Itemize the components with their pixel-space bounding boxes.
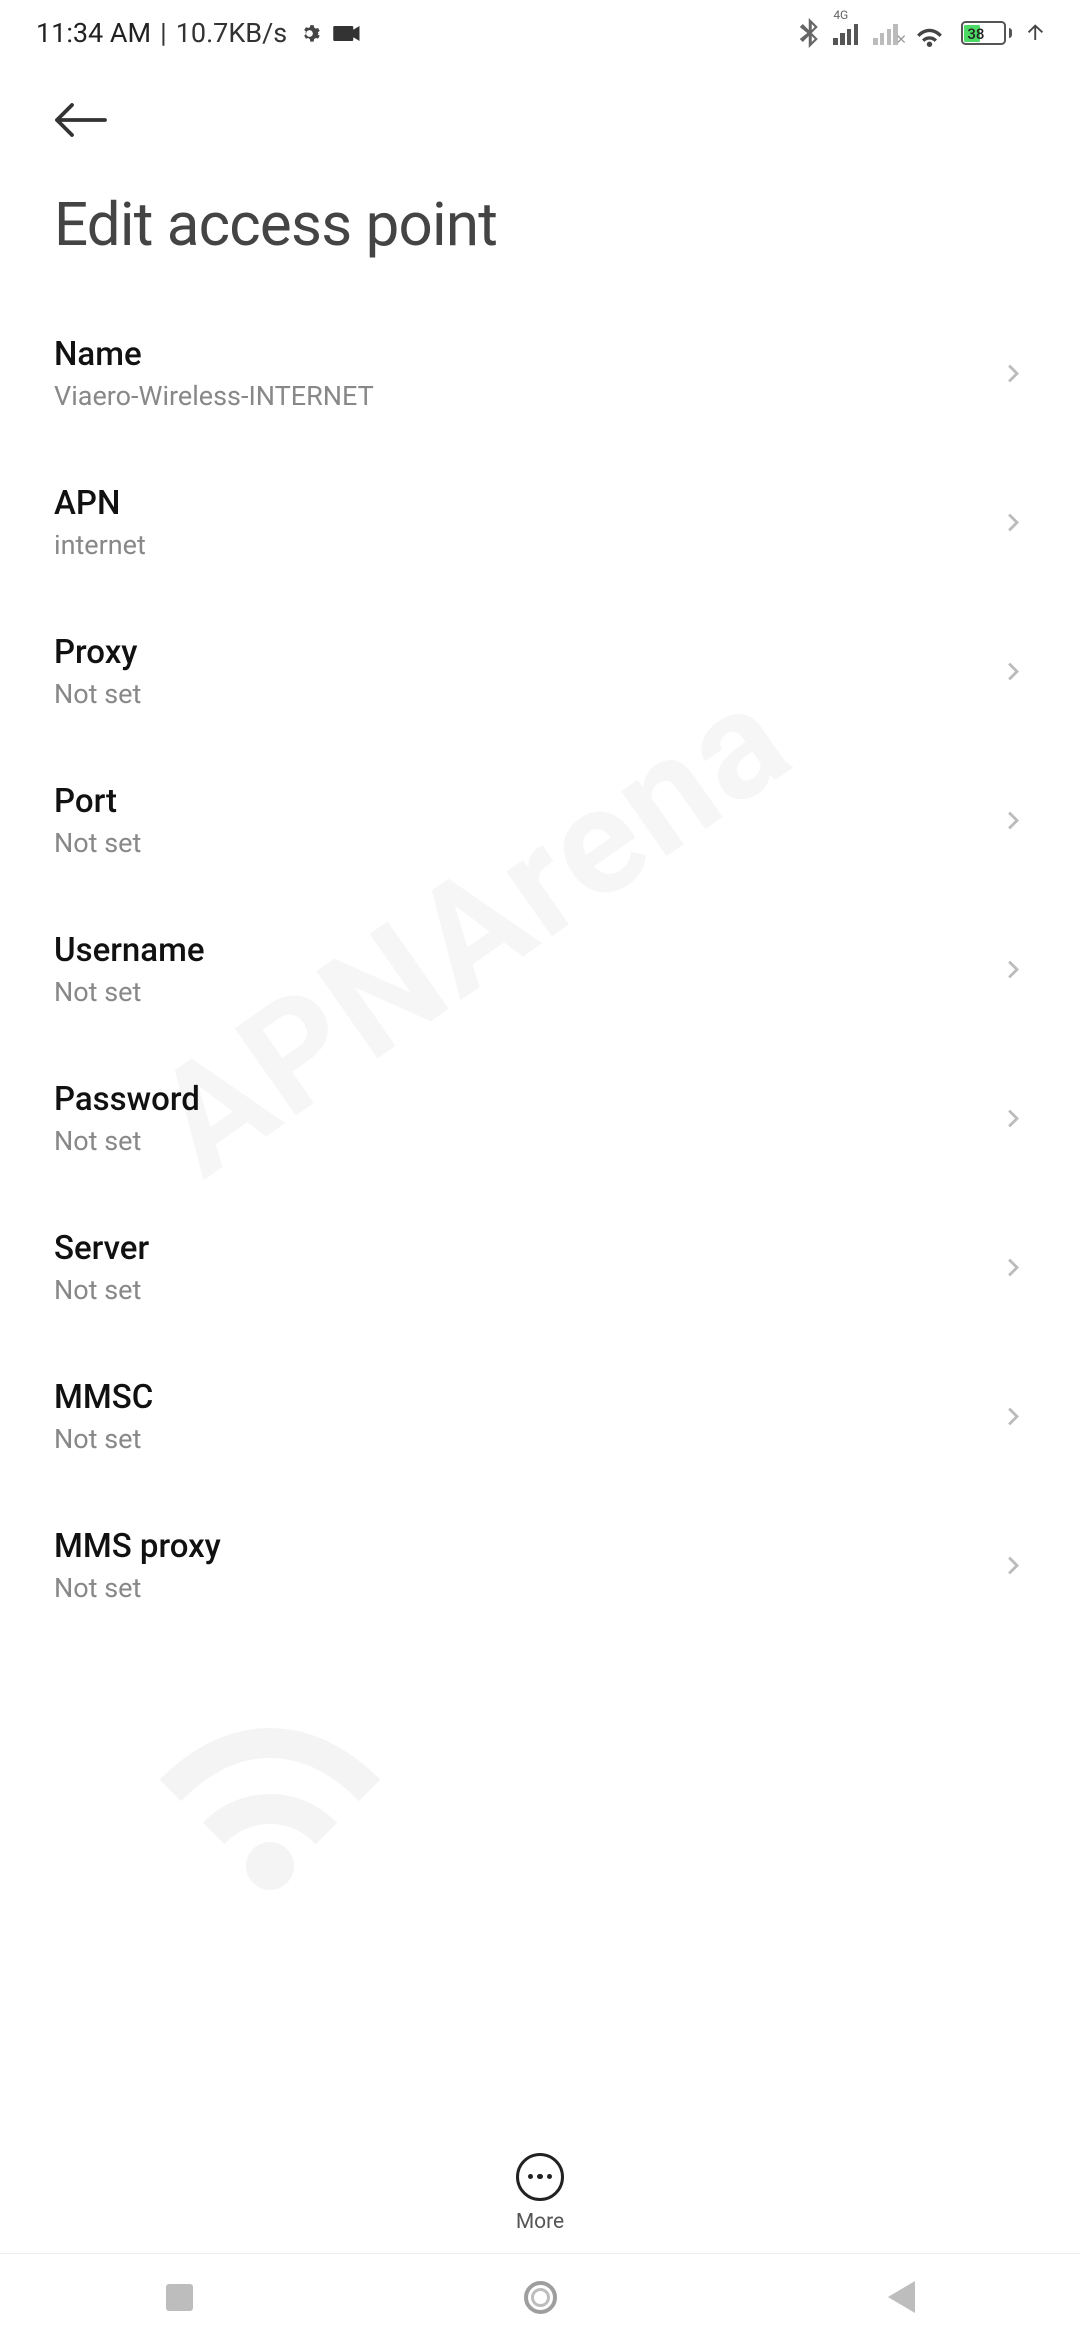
setting-apn-value: internet [54,529,146,561]
setting-port-value: Not set [54,827,141,859]
setting-name[interactable]: Name Viaero-Wireless-INTERNET [54,299,1026,448]
signal-sim1-icon: 4G [833,21,858,45]
setting-port-label: Port [54,782,141,821]
nav-recents-button[interactable] [166,2284,193,2311]
chevron-right-icon [999,1403,1026,1430]
more-icon [516,2153,564,2201]
chevron-right-icon [999,807,1026,834]
setting-mmsc[interactable]: MMSC Not set [54,1342,1026,1491]
charging-icon: 𐌣 [1027,21,1044,46]
setting-password-label: Password [54,1080,200,1119]
status-separator: | [160,17,167,49]
setting-mmsc-label: MMSC [54,1378,153,1417]
setting-name-value: Viaero-Wireless-INTERNET [54,380,374,412]
setting-proxy-label: Proxy [54,633,141,672]
setting-mms-proxy-label: MMS proxy [54,1527,221,1566]
setting-name-label: Name [54,335,374,374]
setting-proxy-value: Not set [54,678,141,710]
status-time: 11:34 AM [36,17,151,49]
chevron-right-icon [999,956,1026,983]
back-button[interactable] [54,102,108,138]
settings-list: Name Viaero-Wireless-INTERNET APN intern… [0,299,1080,1640]
setting-apn-label: APN [54,484,146,523]
chevron-right-icon [999,1552,1026,1579]
battery-percentage: 38 [967,25,984,43]
gear-icon [296,20,323,47]
more-button[interactable]: More [0,2153,1080,2243]
setting-mms-proxy-value: Not set [54,1572,221,1604]
chevron-right-icon [999,360,1026,387]
setting-port[interactable]: Port Not set [54,746,1026,895]
setting-password-value: Not set [54,1125,200,1157]
wifi-icon [913,20,946,47]
setting-apn[interactable]: APN internet [54,448,1026,597]
chevron-right-icon [999,509,1026,536]
nav-home-button[interactable] [524,2281,557,2314]
setting-mmsc-value: Not set [54,1423,153,1455]
battery-icon: 38 [961,21,1012,45]
setting-username[interactable]: Username Not set [54,895,1026,1044]
chevron-right-icon [999,1254,1026,1281]
signal-sim2-icon: ✕ [873,21,898,45]
status-netspeed: 10.7KB/s [176,17,287,49]
setting-username-label: Username [54,931,205,970]
nav-bar [0,2253,1080,2340]
nav-back-button[interactable] [888,2281,915,2313]
list-fade-overlay [0,2103,1080,2154]
setting-server[interactable]: Server Not set [54,1193,1026,1342]
chevron-right-icon [999,1105,1026,1132]
chevron-right-icon [999,658,1026,685]
setting-server-value: Not set [54,1274,149,1306]
setting-password[interactable]: Password Not set [54,1044,1026,1193]
setting-server-label: Server [54,1229,149,1268]
more-label: More [516,2210,564,2234]
video-camera-icon [332,23,362,44]
watermark-wifi-icon [105,1650,435,1890]
setting-username-value: Not set [54,976,205,1008]
bluetooth-icon [799,18,819,48]
setting-mms-proxy[interactable]: MMS proxy Not set [54,1491,1026,1640]
status-bar: 11:34 AM | 10.7KB/s 4G ✕ 38 [0,0,1080,66]
page-title: Edit access point [0,144,1080,299]
setting-proxy[interactable]: Proxy Not set [54,597,1026,746]
